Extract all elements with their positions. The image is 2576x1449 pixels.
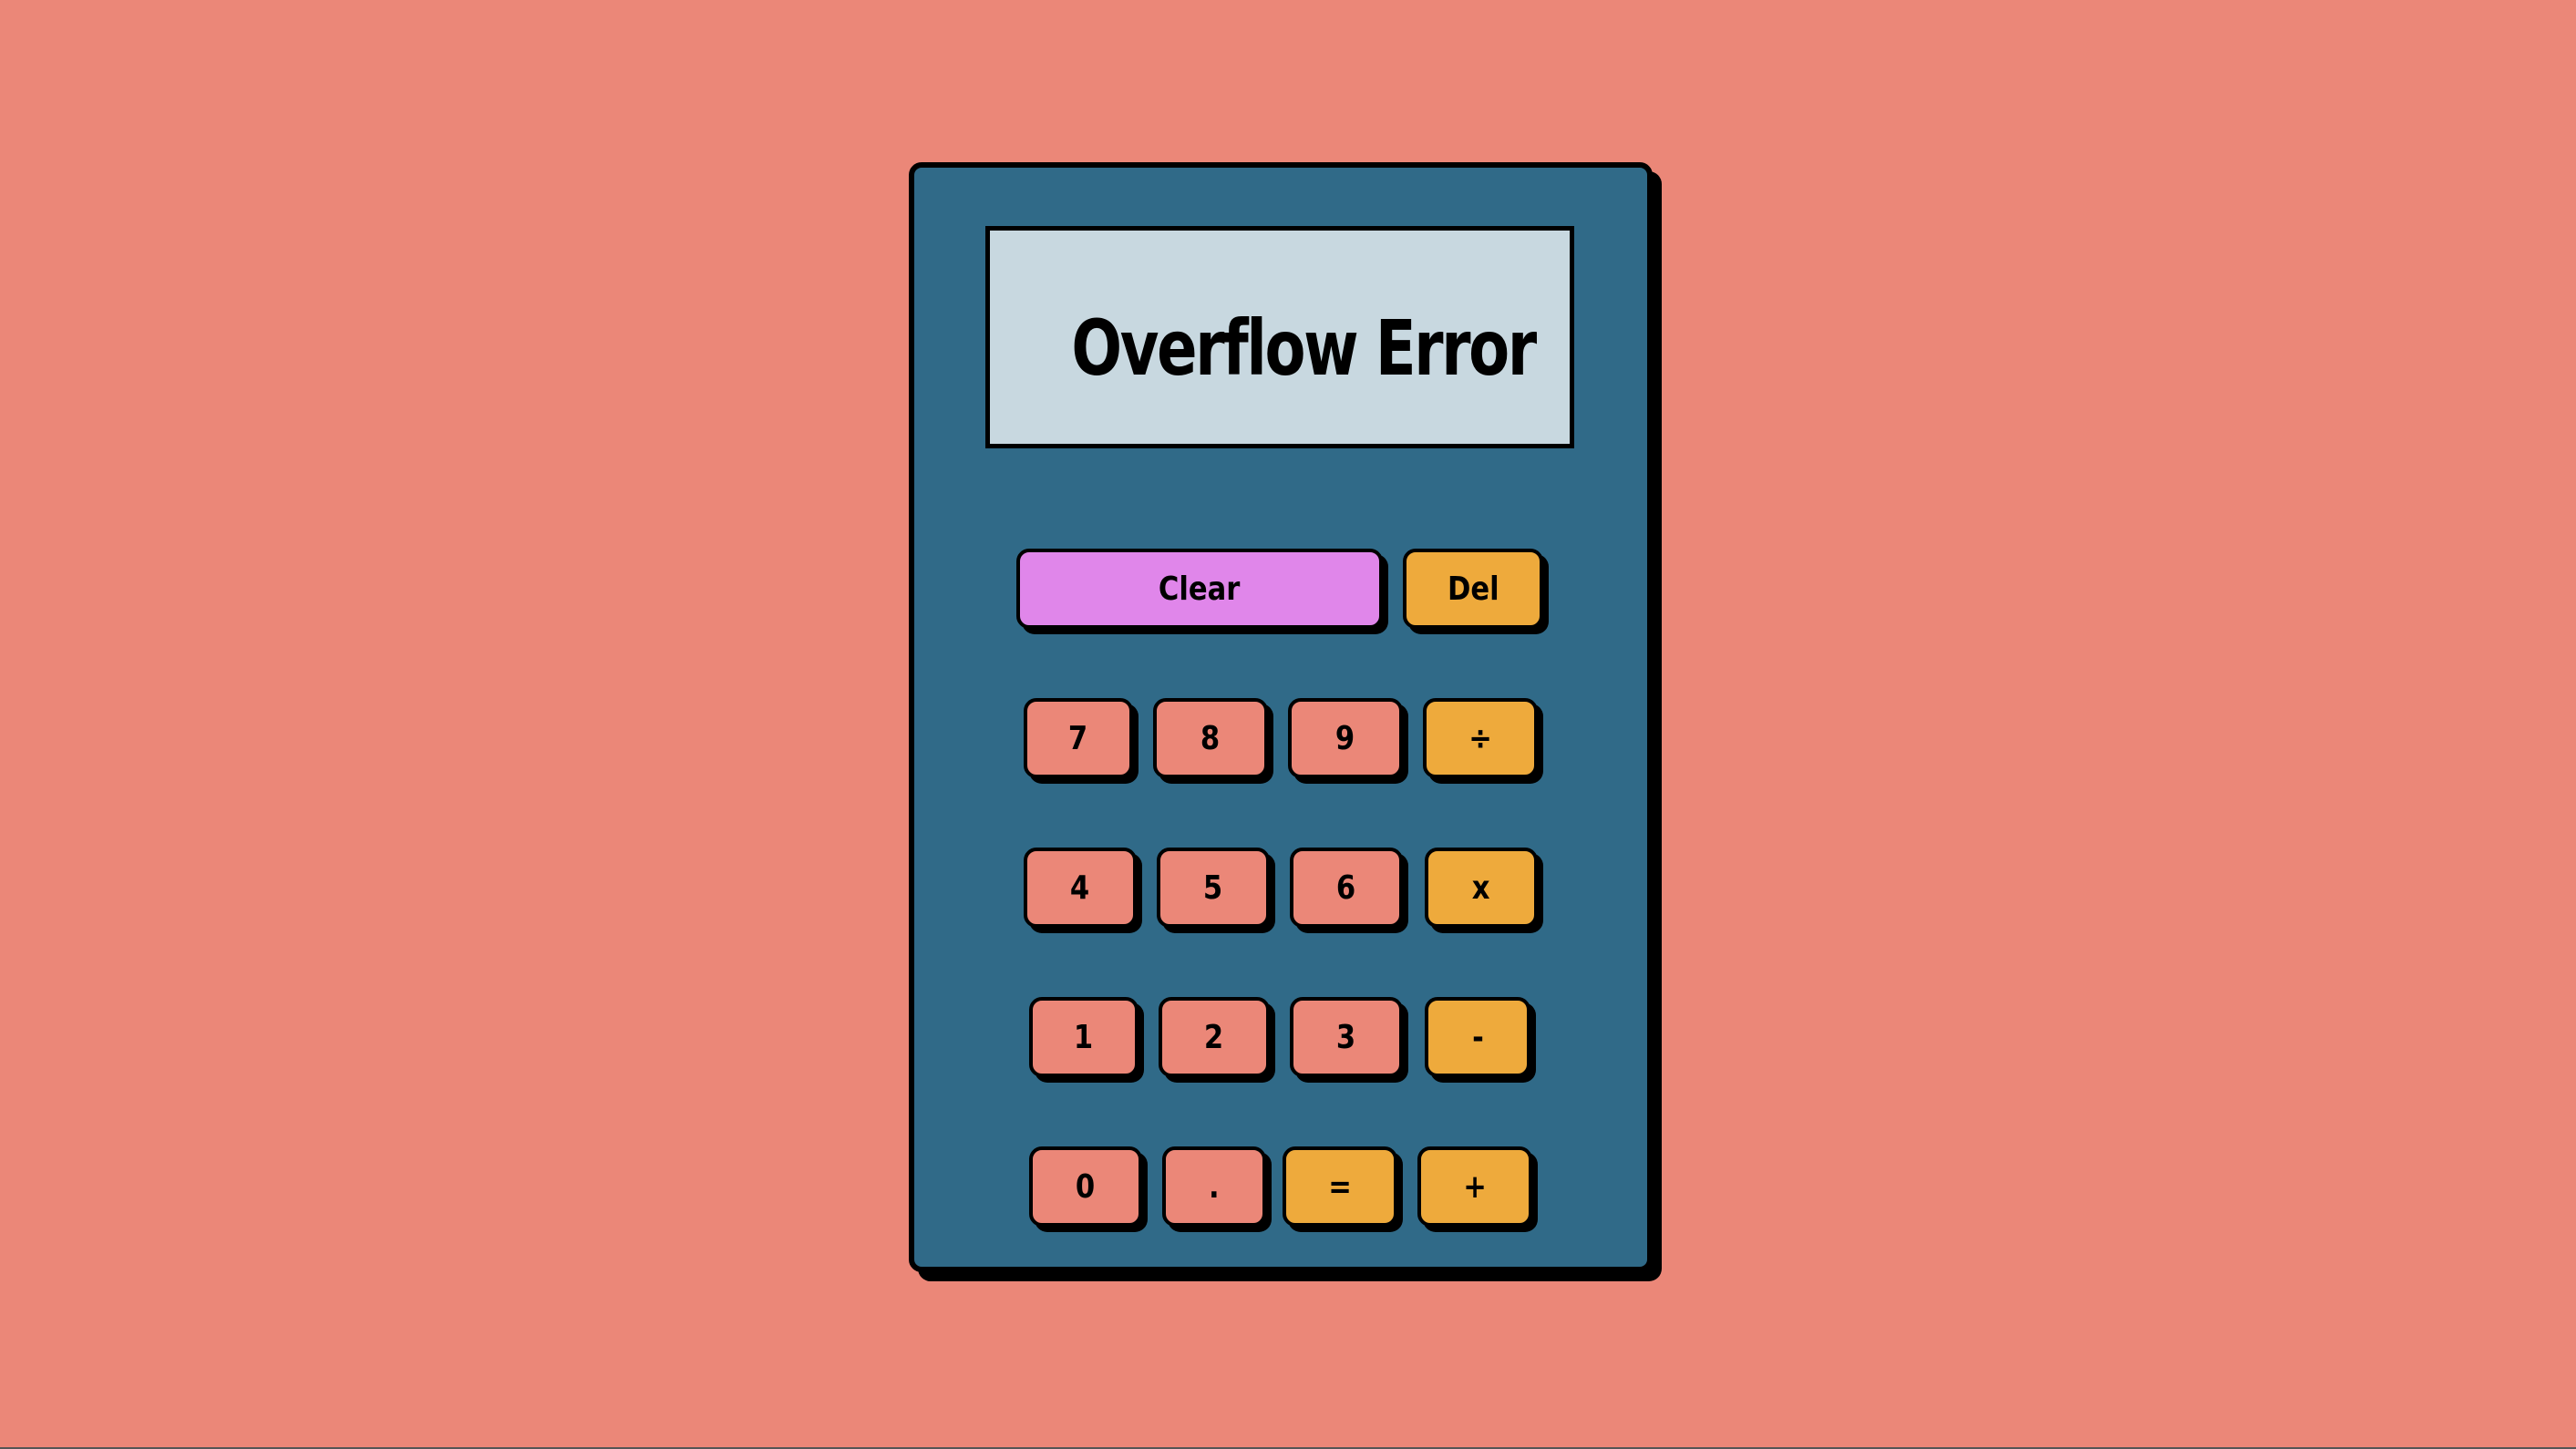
- key-3[interactable]: 3: [1290, 997, 1403, 1077]
- key-5-label: 5: [1203, 868, 1223, 907]
- key-4-label: 4: [1070, 868, 1090, 907]
- page-background: Overflow Error Clear Del 7 8 9 ÷ 4 5 6 x…: [0, 0, 2576, 1449]
- add-button-label: +: [1463, 1167, 1487, 1206]
- key-2-label: 2: [1204, 1018, 1224, 1056]
- key-7-label: 7: [1068, 719, 1088, 757]
- delete-button[interactable]: Del: [1403, 549, 1543, 629]
- key-9[interactable]: 9: [1288, 698, 1403, 778]
- key-0[interactable]: 0: [1029, 1146, 1142, 1227]
- key-6[interactable]: 6: [1290, 848, 1403, 928]
- key-3-label: 3: [1336, 1018, 1356, 1056]
- key-4[interactable]: 4: [1024, 848, 1137, 928]
- clear-button[interactable]: Clear: [1016, 549, 1383, 629]
- key-9-label: 9: [1335, 719, 1355, 757]
- subtract-button-label: -: [1471, 1018, 1484, 1056]
- key-8-label: 8: [1200, 719, 1221, 757]
- divide-button[interactable]: ÷: [1423, 698, 1538, 778]
- key-2[interactable]: 2: [1159, 997, 1270, 1077]
- key-7[interactable]: 7: [1024, 698, 1133, 778]
- multiply-button-label: x: [1472, 868, 1490, 907]
- key-8[interactable]: 8: [1153, 698, 1268, 778]
- calculator-body: Overflow Error Clear Del 7 8 9 ÷ 4 5 6 x…: [909, 162, 1653, 1272]
- equals-button[interactable]: =: [1283, 1146, 1397, 1227]
- equals-button-label: =: [1328, 1167, 1352, 1206]
- key-1-label: 1: [1074, 1018, 1094, 1056]
- key-1[interactable]: 1: [1029, 997, 1139, 1077]
- add-button[interactable]: +: [1417, 1146, 1532, 1227]
- multiply-button[interactable]: x: [1425, 848, 1538, 928]
- calculator-display: Overflow Error: [985, 226, 1574, 448]
- key-5[interactable]: 5: [1157, 848, 1270, 928]
- decimal-button[interactable]: .: [1162, 1146, 1266, 1227]
- key-6-label: 6: [1336, 868, 1356, 907]
- key-0-label: 0: [1076, 1167, 1096, 1206]
- decimal-button-label: .: [1209, 1167, 1220, 1206]
- subtract-button[interactable]: -: [1425, 997, 1530, 1077]
- clear-button-label: Clear: [1159, 570, 1241, 608]
- delete-button-label: Del: [1447, 570, 1499, 608]
- display-text: Overflow Error: [1071, 303, 1538, 393]
- divide-button-label: ÷: [1468, 719, 1492, 757]
